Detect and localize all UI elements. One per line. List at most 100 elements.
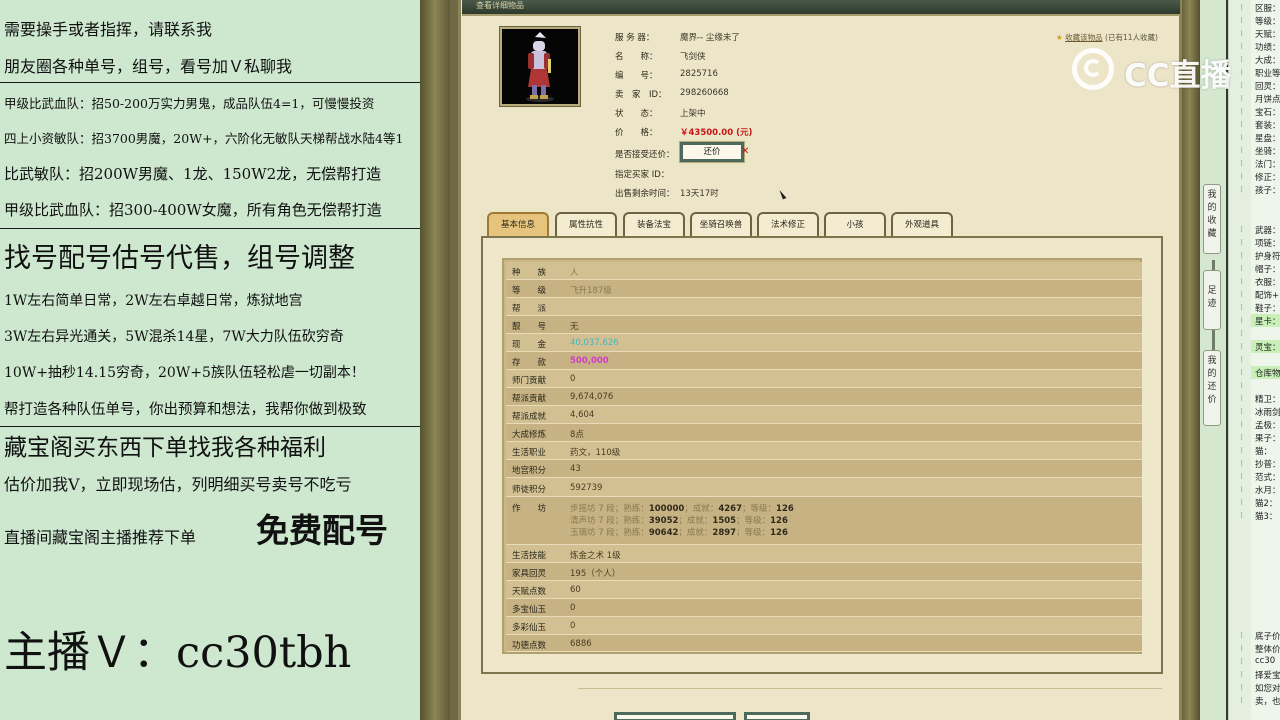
line-marker: | <box>1240 658 1244 665</box>
notes-line: 鞋子： <box>1255 304 1280 314</box>
line-marker: | <box>1240 499 1244 506</box>
table-row: 帮派成就 4,604 <box>506 406 1142 424</box>
workshop-line: 步摇坊 7 段；熟练：100000；成就：4267；等级：126 <box>570 504 794 514</box>
notes-line: 武器： <box>1255 226 1280 236</box>
window-titlebar: 查看详细物品 <box>462 0 1180 16</box>
buy-button[interactable] <box>614 712 736 720</box>
line-marker: | <box>1240 473 1244 480</box>
row-value: 8点 <box>570 430 584 440</box>
my-haggles-button[interactable]: 我的还价 <box>1203 350 1221 426</box>
server-value: 魔界-- 尘缘未了 <box>680 33 740 43</box>
tab-basic-info[interactable]: 基本信息 <box>487 212 549 236</box>
notes-line: 护身符 <box>1255 252 1280 262</box>
promo-divider <box>0 82 420 83</box>
table-row: 多彩仙玉 0 <box>506 617 1142 635</box>
window-frame-left <box>420 0 450 720</box>
favorite-count: (已有11人收藏) <box>1105 33 1158 42</box>
row-value: 飞升187级 <box>570 286 612 296</box>
row-key: 帮派成就 <box>512 412 547 422</box>
line-marker: | <box>1240 645 1244 652</box>
row-key: 功德点数 <box>512 641 547 651</box>
line-marker: | <box>1240 186 1244 193</box>
promo-panel: 需要操手或者指挥，请联系我 朋友圈各种单号，组号，看号加Ｖ私聊我 甲级比武血队：… <box>0 0 420 720</box>
row-key: 生活技能 <box>512 551 547 561</box>
row-key: 存 款 <box>512 358 547 368</box>
seller-value: 298260668 <box>680 88 729 98</box>
footprint-label: 足迹 <box>1207 286 1217 309</box>
line-marker: | <box>1240 512 1244 519</box>
row-value: 炼金之术 1级 <box>570 551 621 561</box>
table-row: 种 族人 <box>506 262 1142 280</box>
line-marker: | <box>1240 317 1244 324</box>
line-marker: | <box>1240 356 1244 363</box>
line-marker: | <box>1240 369 1244 376</box>
line-marker: | <box>1240 121 1244 128</box>
line-marker: | <box>1240 134 1244 141</box>
table-row: 生活职业 药文，110级 <box>506 442 1142 460</box>
tab-child[interactable]: 小孩 <box>824 212 886 236</box>
row-value: 药文，110级 <box>570 448 621 458</box>
notes-line: 星盘： <box>1255 134 1280 144</box>
row-value: 无 <box>570 322 579 332</box>
tab-appearance[interactable]: 外观道具 <box>891 212 953 236</box>
id-label: 编 号： <box>615 71 658 81</box>
line-marker: | <box>1240 30 1244 37</box>
my-favorites-label: 我的收藏 <box>1207 190 1217 239</box>
row-value: 60 <box>570 585 581 595</box>
notes-line: 孩子： <box>1255 186 1280 196</box>
tab-equipment[interactable]: 装备法宝 <box>623 212 685 236</box>
notes-line: 区服： <box>1255 4 1280 14</box>
character-avatar <box>499 26 581 107</box>
row-value: 43 <box>570 464 581 474</box>
footprint-button[interactable]: 足迹 <box>1203 270 1221 330</box>
table-row: 帮 派 <box>506 298 1142 316</box>
notes-line: 修正： <box>1255 173 1280 183</box>
notes-line: 猫： <box>1255 447 1273 457</box>
notes-line: cc30 <box>1255 656 1276 666</box>
buyer-id-label: 指定买家 ID： <box>615 170 670 180</box>
cc-live-logo: CC直播 <box>1072 44 1242 94</box>
promo-line: 甲级比武血队：招50-200万实力男鬼，成品队伍4=1，可慢慢投资 <box>4 96 375 111</box>
close-icon[interactable]: ✕ <box>741 146 749 157</box>
haggle-button[interactable]: 还价 <box>679 141 745 163</box>
promo-divider <box>0 426 420 427</box>
favorite-link[interactable]: ★ 收藏该物品 (已有11人收藏) <box>1056 32 1158 43</box>
table-row: 帮派贡献 9,674,076 <box>506 388 1142 406</box>
line-marker: | <box>1240 395 1244 402</box>
table-row: 天赋点数 60 <box>506 581 1142 599</box>
id-value: 2825716 <box>680 69 718 79</box>
tab-attributes[interactable]: 属性抗性 <box>555 212 617 236</box>
notes-line: 衣服： <box>1255 278 1280 288</box>
promo-line: 朋友圈各种单号，组号，看号加Ｖ私聊我 <box>4 57 293 76</box>
status-value: 上架中 <box>680 109 706 119</box>
cc-logo-inner-icon <box>1084 59 1102 77</box>
tab-mounts-summons[interactable]: 坐骑召唤兽 <box>690 212 752 236</box>
promo-highlight: 免费配号 <box>256 511 388 550</box>
my-favorites-button[interactable]: 我的收藏 <box>1203 184 1221 254</box>
line-marker: | <box>1240 632 1244 639</box>
star-icon: ★ <box>1056 33 1063 42</box>
line-marker: | <box>1240 108 1244 115</box>
notes-line: 水月： <box>1255 486 1280 496</box>
row-key: 种 族 <box>512 268 547 278</box>
row-value: 592739 <box>570 483 603 493</box>
notes-line: 配饰+ <box>1255 291 1280 301</box>
notes-line: 星卡： <box>1255 317 1280 327</box>
notes-line: 回灵： <box>1255 82 1280 92</box>
tab-spell-correction[interactable]: 法术修正 <box>757 212 819 236</box>
row-key: 多宝仙玉 <box>512 605 547 615</box>
promo-line: 1W左右简单日常，2W左右卓越日常，炼狱地宫 <box>4 293 303 309</box>
table-row: 大成修炼 8点 <box>506 424 1142 442</box>
notes-line: 整体价 <box>1255 645 1280 655</box>
back-button[interactable] <box>744 712 810 720</box>
row-value: 0 <box>570 621 576 631</box>
line-marker: | <box>1240 17 1244 24</box>
line-marker: | <box>1240 460 1244 467</box>
favorite-link-text[interactable]: 收藏该物品 <box>1065 33 1103 42</box>
notes-line: 抄普： <box>1255 460 1280 470</box>
row-value: 0 <box>570 603 576 613</box>
line-marker: | <box>1240 671 1244 678</box>
row-value: 6886 <box>570 639 592 649</box>
notes-line: 猫2： <box>1255 499 1278 509</box>
line-marker: | <box>1240 304 1244 311</box>
